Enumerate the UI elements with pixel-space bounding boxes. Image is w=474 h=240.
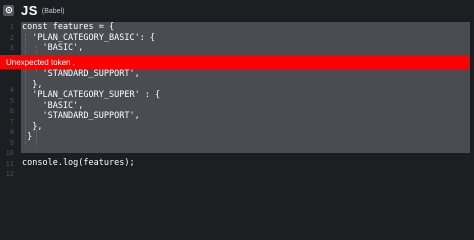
code-line-8: 'BASIC', [22, 100, 84, 111]
code-line-13: console.log(features); [22, 158, 135, 168]
line-number: 1 [9, 23, 14, 31]
code-line-9: 'STANDARD_SUPPORT', [22, 111, 140, 121]
code-line-6: }, [22, 79, 43, 90]
line-number: 10 [5, 149, 14, 157]
line-number: 3 [9, 44, 14, 52]
error-message: Unexpected token , [6, 57, 75, 67]
line-number: 11 [5, 159, 14, 168]
code-line-7: 'PLAN_CATEGORY_SUPER' : { [22, 90, 161, 100]
code-line-2: 'PLAN_CATEGORY_BASIC': { [22, 32, 156, 43]
line-number: 12 [5, 170, 14, 178]
code-line-11: } [22, 132, 33, 142]
line-number: 8 [9, 128, 14, 136]
language-sublabel: (Babel) [41, 8, 65, 15]
indent-guide [36, 130, 37, 146]
line-number: 4 [9, 86, 14, 94]
line-number: 7 [9, 117, 14, 126]
error-banner: Unexpected token , [0, 55, 474, 69]
code-line-1: const features = { [22, 22, 115, 32]
editor-header: JS (Babel) [0, 0, 474, 20]
line-number: 9 [9, 138, 14, 147]
language-label: JS [21, 2, 38, 18]
code-line-5: 'STANDARD_SUPPORT', [22, 69, 140, 79]
code-line-10: }, [22, 121, 43, 132]
code-line-3: 'BASIC', [22, 43, 84, 53]
line-number-gutter: 1 2 3 4 5 6 7 8 9 10 11 12 [0, 20, 19, 208]
line-number: 6 [9, 107, 14, 115]
editor-scrollbar[interactable] [470, 20, 474, 208]
line-number: 2 [9, 33, 14, 42]
line-number: 5 [9, 96, 14, 105]
gear-icon[interactable] [3, 4, 14, 16]
code-editor[interactable]: 1 2 3 4 5 6 7 8 9 10 11 12 const feature… [0, 20, 474, 208]
